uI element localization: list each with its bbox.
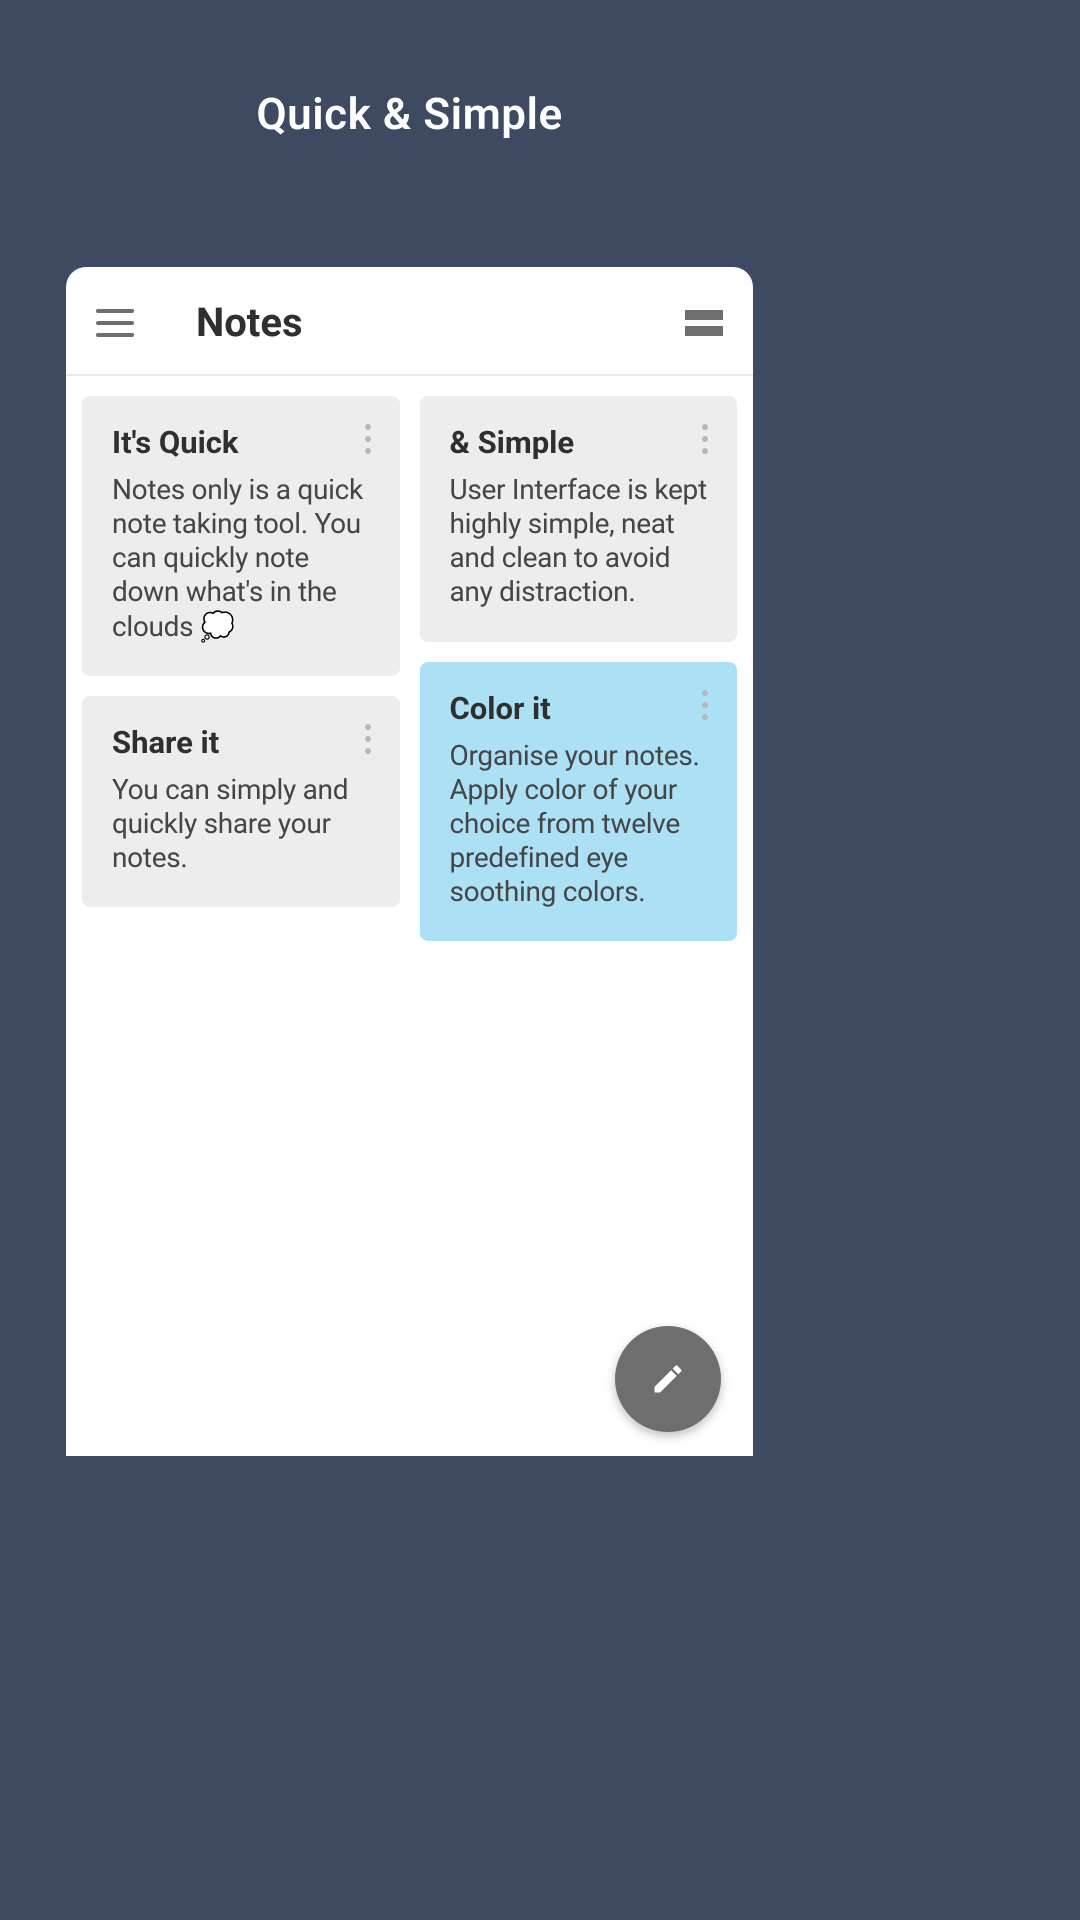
more-vertical-icon[interactable]	[695, 690, 715, 720]
note-title: Share it	[112, 724, 370, 761]
compose-button[interactable]	[615, 1326, 721, 1432]
app-frame: Notes It's Quick Notes only is a quick n…	[66, 267, 753, 1456]
more-vertical-icon[interactable]	[358, 424, 378, 454]
notes-column-left: It's Quick Notes only is a quick note ta…	[82, 396, 400, 1436]
note-body: You can simply and quickly share your no…	[112, 773, 370, 875]
page-title: Quick & Simple	[0, 0, 819, 140]
note-title: & Simple	[450, 424, 708, 461]
note-title: It's Quick	[112, 424, 370, 461]
note-card[interactable]: Color it Organise your notes. Apply colo…	[420, 662, 738, 942]
notes-grid: It's Quick Notes only is a quick note ta…	[66, 376, 753, 1456]
toolbar-title: Notes	[196, 299, 685, 346]
more-vertical-icon[interactable]	[695, 424, 715, 454]
note-body: Organise your notes. Apply color of your…	[450, 739, 708, 910]
notes-column-right: & Simple User Interface is kept highly s…	[420, 396, 738, 1436]
note-title: Color it	[450, 690, 708, 727]
menu-icon[interactable]	[96, 309, 134, 337]
view-toggle-icon[interactable]	[685, 310, 723, 336]
note-body: Notes only is a quick note taking tool. …	[112, 473, 370, 644]
more-vertical-icon[interactable]	[358, 724, 378, 754]
pencil-icon	[650, 1361, 686, 1397]
toolbar: Notes	[66, 267, 753, 376]
note-body: User Interface is kept highly simple, ne…	[450, 473, 708, 610]
note-card[interactable]: & Simple User Interface is kept highly s…	[420, 396, 738, 642]
note-card[interactable]: It's Quick Notes only is a quick note ta…	[82, 396, 400, 676]
note-card[interactable]: Share it You can simply and quickly shar…	[82, 696, 400, 907]
